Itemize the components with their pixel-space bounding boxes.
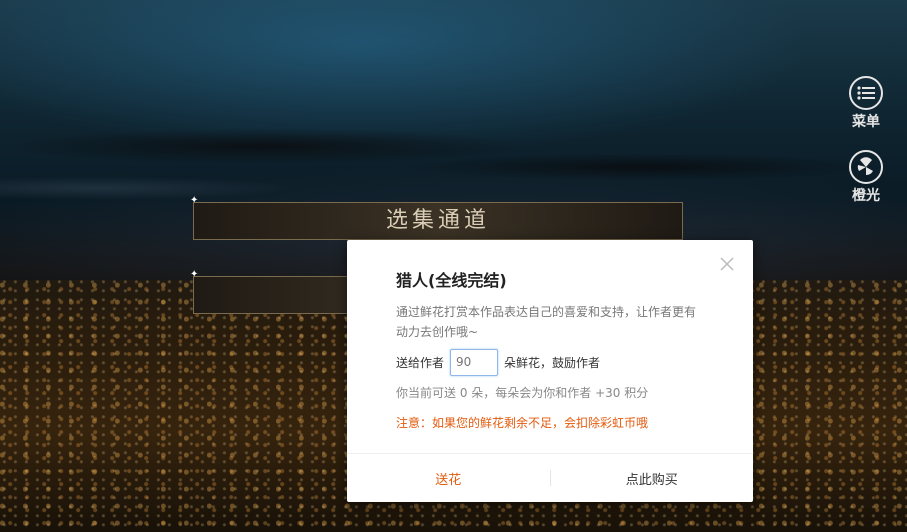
give-prefix-label: 送给作者 <box>396 355 445 370</box>
episode-selector-title: 选集通道 <box>385 208 490 233</box>
menu-button[interactable]: 菜单 <box>846 76 886 131</box>
send-flowers-button[interactable]: 送花 <box>347 454 550 502</box>
notice-text: 注意：如果您的鲜花剩余不足，会扣除彩虹币哦 <box>396 416 649 430</box>
sparkle-icon: ✦ <box>190 269 199 280</box>
flower-quantity-input[interactable] <box>450 348 499 376</box>
balance-text: 你当前可送 0 朵，每朵会为你和作者 +30 积分 <box>396 386 649 400</box>
dialog-title: 猎人(全线完结) <box>396 271 507 290</box>
menu-label: 菜单 <box>852 114 880 130</box>
sparkle-icon: ✦ <box>190 195 199 206</box>
close-icon[interactable] <box>720 257 734 271</box>
buy-button[interactable]: 点此购买 <box>551 454 754 502</box>
episode-selector-title-bar: 选集通道 <box>193 202 683 240</box>
orange-light-button[interactable]: 橙光 <box>846 150 886 205</box>
dialog-description: 通过鲜花打赏本作品表达自己的喜爱和支持，让作者更有动力去创作哦~ <box>396 305 697 339</box>
dialog-footer: 送花 点此购买 <box>347 453 753 502</box>
menu-icon <box>849 76 883 110</box>
orange-light-label: 橙光 <box>852 188 880 204</box>
give-flowers-row: 送给作者 朵鲜花，鼓励作者 <box>396 347 600 377</box>
fan-icon <box>849 150 883 184</box>
flower-gift-dialog: 猎人(全线完结) 通过鲜花打赏本作品表达自己的喜爱和支持，让作者更有动力去创作哦… <box>347 240 753 502</box>
give-suffix-label: 朵鲜花，鼓励作者 <box>504 355 601 370</box>
